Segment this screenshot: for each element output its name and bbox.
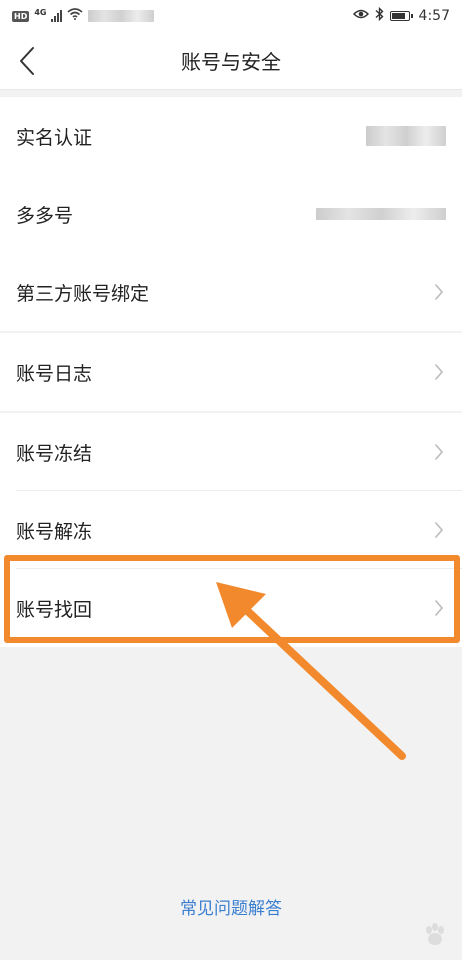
group-account-status: 账号冻结 账号解冻 账号找回	[0, 413, 462, 647]
status-bar: HD 4G 4:57	[0, 0, 462, 32]
battery-icon	[389, 11, 413, 21]
page-title: 账号与安全	[181, 50, 281, 74]
row-account-unfreeze[interactable]: 账号解冻	[0, 491, 462, 569]
row-account-freeze[interactable]: 账号冻结	[0, 413, 462, 491]
wifi-icon	[67, 8, 84, 24]
bluetooth-icon	[375, 6, 384, 25]
row-label: 多多号	[16, 204, 74, 227]
row-label: 账号解冻	[16, 520, 93, 543]
row-label: 账号找回	[16, 598, 93, 621]
group-account-log: 账号日志	[0, 333, 462, 411]
row-real-name-verification[interactable]: 实名认证	[0, 97, 462, 175]
row-label: 账号冻结	[16, 442, 93, 465]
chevron-right-icon	[432, 520, 446, 540]
row-label: 第三方账号绑定	[16, 282, 150, 305]
blurred-carrier	[88, 10, 155, 22]
row-account-log[interactable]: 账号日志	[0, 333, 462, 411]
chevron-left-icon	[20, 47, 34, 75]
back-button[interactable]	[12, 44, 42, 78]
chevron-right-icon	[432, 598, 446, 618]
real-name-value-blurred	[366, 126, 446, 146]
chevron-right-icon	[432, 442, 446, 462]
navigation-bar: 账号与安全	[0, 32, 462, 90]
row-account-recovery[interactable]: 账号找回	[0, 569, 462, 647]
network-type: 4G	[34, 7, 47, 17]
row-duoduo-id[interactable]: 多多号	[0, 175, 462, 253]
row-label: 账号日志	[16, 362, 93, 385]
row-label: 实名认证	[16, 126, 93, 149]
baidu-jingyan-watermark-logo	[422, 922, 448, 948]
group-duoduo-id: 多多号	[0, 175, 462, 253]
chevron-right-icon	[432, 362, 446, 382]
status-left: HD 4G	[12, 7, 155, 24]
status-right: 4:57	[352, 6, 450, 25]
faq-link[interactable]: 常见问题解答	[0, 894, 462, 919]
duoduo-id-value-blurred	[316, 208, 446, 220]
clock: 4:57	[418, 8, 450, 24]
group-third-party: 第三方账号绑定	[0, 253, 462, 331]
group-real-name: 实名认证	[0, 97, 462, 175]
hd-badge: HD	[12, 10, 30, 22]
paw-logo-icon	[426, 923, 444, 945]
signal-icon	[51, 10, 63, 22]
eye-icon	[352, 8, 369, 24]
chevron-right-icon	[432, 282, 446, 302]
row-third-party-binding[interactable]: 第三方账号绑定	[0, 253, 462, 331]
